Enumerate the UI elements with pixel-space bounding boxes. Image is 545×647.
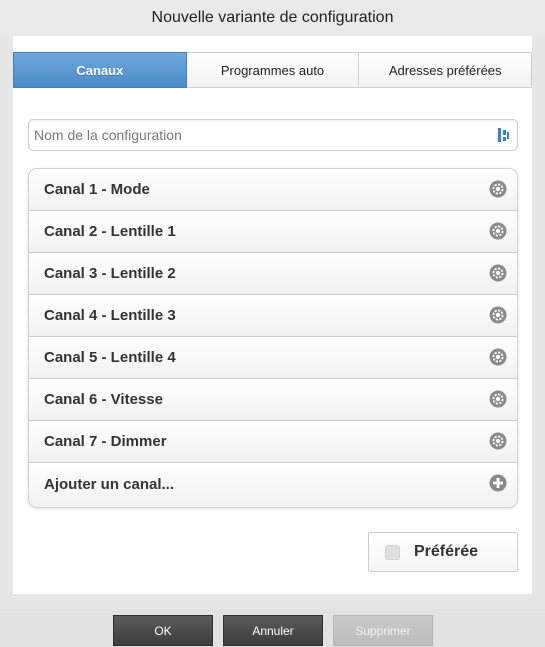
configuration-name-field[interactable]	[28, 119, 518, 151]
channel-label: Canal 1 - Mode	[44, 181, 150, 198]
channel-row[interactable]: Canal 3 - Lentille 2	[29, 253, 517, 295]
gear-icon[interactable]	[489, 348, 507, 366]
gear-icon[interactable]	[489, 306, 507, 324]
channel-label: Canal 4 - Lentille 3	[44, 307, 176, 324]
preferred-label: Préférée	[414, 543, 479, 560]
cancel-button[interactable]: Annuler	[223, 615, 323, 646]
tab-programmes-auto[interactable]: Programmes auto	[186, 52, 360, 88]
channel-label: Canal 2 - Lentille 1	[44, 223, 176, 240]
gear-icon[interactable]	[489, 180, 507, 198]
plus-icon[interactable]	[489, 474, 507, 492]
gear-icon[interactable]	[489, 222, 507, 240]
channel-label: Canal 3 - Lentille 2	[44, 265, 176, 282]
window-title-bar: Nouvelle variante de configuration	[0, 0, 545, 36]
ok-button[interactable]: OK	[113, 615, 213, 646]
preferred-checkbox[interactable]	[385, 545, 400, 560]
channel-list: Canal 1 - Mode Canal 2 - Lentille 1 Cana…	[28, 168, 518, 508]
channel-row[interactable]: Canal 6 - Vitesse	[29, 379, 517, 421]
bookmark-icon[interactable]	[497, 127, 511, 143]
gear-icon[interactable]	[489, 432, 507, 450]
tab-canaux[interactable]: Canaux	[13, 52, 187, 88]
channel-label: Canal 6 - Vitesse	[44, 391, 163, 408]
channel-row[interactable]: Canal 4 - Lentille 3	[29, 295, 517, 337]
window-title: Nouvelle variante de configuration	[151, 9, 394, 26]
tab-bar: Canaux Programmes auto Adresses préférée…	[13, 52, 533, 88]
dialog-panel: Canaux Programmes auto Adresses préférée…	[13, 36, 533, 594]
add-channel-row[interactable]: Ajouter un canal...	[29, 463, 517, 506]
delete-button[interactable]: Supprimer	[333, 615, 433, 646]
configuration-name-input[interactable]	[34, 120, 484, 150]
channel-row[interactable]: Canal 7 - Dimmer	[29, 421, 517, 463]
tab-adresses-preferees[interactable]: Adresses préférées	[359, 52, 533, 88]
add-channel-label: Ajouter un canal...	[44, 476, 175, 493]
channel-row[interactable]: Canal 5 - Lentille 4	[29, 337, 517, 379]
channel-label: Canal 5 - Lentille 4	[44, 349, 176, 366]
preferred-toggle[interactable]: Préférée	[368, 532, 518, 572]
dialog-footer: OK Annuler Supprimer	[0, 609, 545, 647]
channel-label: Canal 7 - Dimmer	[44, 433, 167, 450]
channel-row[interactable]: Canal 1 - Mode	[29, 169, 517, 211]
gear-icon[interactable]	[489, 264, 507, 282]
channel-row[interactable]: Canal 2 - Lentille 1	[29, 211, 517, 253]
gear-icon[interactable]	[489, 390, 507, 408]
